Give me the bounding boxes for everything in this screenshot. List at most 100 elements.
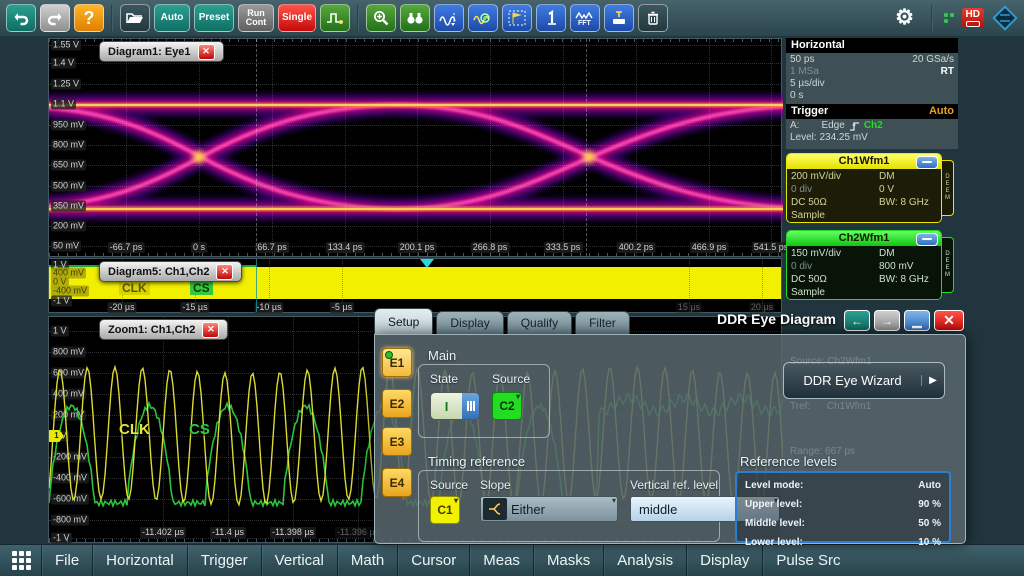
tab-setup[interactable]: Setup [374,308,433,334]
state-label: State [430,372,458,386]
ch2wfm1-signal-box[interactable]: Ch2Wfm1 150 mV/divDM 0 div800 mV DC 50ΩB… [786,230,942,300]
binoculars-icon [405,10,425,26]
ch1-bandwidth: BW: 8 GHz [879,196,937,209]
menu-file[interactable]: File [41,545,92,576]
time-scale: 5 µs/div [790,78,825,90]
eye-tab-e2[interactable]: E2 [382,389,412,418]
tab-display[interactable]: Display [436,311,503,334]
delete-button[interactable] [638,4,668,32]
toolbar: ? Auto Preset Run Cont Single [0,0,1024,36]
flag-button[interactable] [502,4,532,32]
trash-icon [645,10,661,26]
zoom-button[interactable] [366,4,396,32]
eye-tab-e1[interactable]: E1 [382,348,412,377]
tab-diagram1-eye1[interactable]: Diagram1: Eye1 ✕ [99,41,224,62]
state-toggle[interactable]: I [430,392,480,420]
eye-diagram[interactable]: 1.55 V1.4 V1.25 V1.1 V950 mV800 mV650 mV… [48,38,782,257]
tab-diagram5[interactable]: Diagram5: Ch1,Ch2 ✕ [99,261,242,282]
close-icon[interactable]: ✕ [216,264,233,280]
e4-label: E4 [390,476,405,490]
zoom-waveform-button[interactable] [468,4,498,32]
search-button[interactable] [400,4,430,32]
single-button[interactable]: Single [278,4,316,32]
eye1-info-behind-dialog: Source: Ch2Wfm1 Tref: Ch1Wfm1 Range: 667… [790,324,872,489]
gear-icon: ⚙ [895,7,914,29]
diagram5-ch1-ch2[interactable]: 1 V400 mV0 V-400 mV-1 V -20 µs-15 µs-10 … [48,258,782,313]
dialog-forward-button[interactable]: → [874,310,900,331]
run-cont-button[interactable]: Run Cont [238,4,274,32]
eye-tab-e4[interactable]: E4 [382,468,412,497]
zoom-region-marker[interactable] [256,259,257,312]
eye-tab-e3[interactable]: E3 [382,427,412,456]
generator-button[interactable] [320,4,350,32]
toggle-grip [462,393,479,419]
c2-label: C2 [499,399,514,413]
help-button[interactable]: ? [74,4,104,32]
back-arrow-icon [12,9,30,27]
tab-zoom1[interactable]: Zoom1: Ch1,Ch2 ✕ [99,319,228,340]
menu-trigger[interactable]: Trigger [187,545,261,576]
vertical-ref-level-label: Vertical ref. level [630,478,718,492]
horizontal-position: 0 s [790,90,803,102]
wizard-arrow-icon: ▶ [921,375,944,386]
cursor-button[interactable] [536,4,566,32]
timing-reference-label: Timing reference [428,454,525,469]
upper-level-value: 90 % [918,495,941,514]
trigger-position-marker[interactable] [420,259,434,268]
close-icon[interactable]: ✕ [198,44,215,60]
undo-button[interactable] [6,4,36,32]
ch2wfm1-header: Ch2Wfm1 [787,231,941,246]
middle-level-value: 50 % [918,514,941,533]
timing-source-label: Source [430,478,468,492]
dialog-tab-bar: Setup Display Qualify Filter [374,308,630,334]
middle-level-label: Middle level: [745,514,805,533]
fft-icon: FFT [574,9,596,27]
minimize-icon[interactable] [916,233,938,246]
horizontal-panel-header[interactable]: Horizontal [786,38,958,53]
source-label: Source [492,372,530,386]
tab-filter[interactable]: Filter [575,311,630,334]
settings-button[interactable]: ⚙ [890,4,920,32]
timing-source-select-c1[interactable]: C1▾ [430,496,460,524]
minimize-icon[interactable] [916,156,938,169]
menu-horizontal[interactable]: Horizontal [92,545,187,576]
apps-menu-icon[interactable] [12,551,31,570]
ch1-deem-sidetab[interactable]: DEEM [941,160,954,216]
axis-tick-label: -5 µs [330,302,354,313]
menu-math[interactable]: Math [337,545,397,576]
ch1wfm1-title: Ch1Wfm1 [839,155,890,167]
histogram-icon [609,10,629,26]
upper-level-label: Upper level: [745,495,802,514]
ch1wfm1-header: Ch1Wfm1 [787,154,941,169]
gridline [256,39,257,256]
menu-masks[interactable]: Masks [533,545,603,576]
trigger-panel-header[interactable]: Trigger Auto [786,104,958,119]
menu-analysis[interactable]: Analysis [603,545,686,576]
tab-qualify[interactable]: Qualify [507,311,572,334]
histogram-button[interactable] [604,4,634,32]
autoset-button[interactable]: Auto [154,4,190,32]
annotation-button[interactable] [434,4,464,32]
redo-button[interactable] [40,4,70,32]
fft-button[interactable]: FFT [570,4,600,32]
trigger-panel[interactable]: A: Edge Ch2 Level: 234.25 mV [786,119,958,149]
menu-meas[interactable]: Meas [469,545,533,576]
network-status-icon [944,13,954,23]
ch2-deem-sidetab[interactable]: DEEM [941,237,954,293]
preset-button[interactable]: Preset [194,4,234,32]
dialog-minimize-button[interactable]: ▁ [904,310,930,331]
zoom-waveform-icon [473,10,493,26]
open-file-button[interactable] [120,4,150,32]
ch1wfm1-signal-box[interactable]: Ch1Wfm1 200 mV/divDM 0 div0 V DC 50ΩBW: … [786,153,942,223]
horizontal-panel[interactable]: 50 ps20 GSa/s 1 MSaRT 5 µs/div 0 s [786,53,958,104]
menu-cursor[interactable]: Cursor [397,545,469,576]
source-select-c2[interactable]: C2▾ [492,392,522,420]
slope-dropdown[interactable]: Either ▾ [480,496,618,522]
menu-vertical[interactable]: Vertical [261,545,337,576]
dialog-close-button[interactable]: ✕ [934,310,964,331]
close-icon[interactable]: ✕ [202,322,219,338]
ch1wfm1-body: 200 mV/divDM 0 div0 V DC 50ΩBW: 8 GHz Sa… [787,169,941,223]
toolbar-separator [357,5,359,31]
cursor-one-icon [543,10,559,26]
hd-mode-badge[interactable]: HD [962,8,984,28]
